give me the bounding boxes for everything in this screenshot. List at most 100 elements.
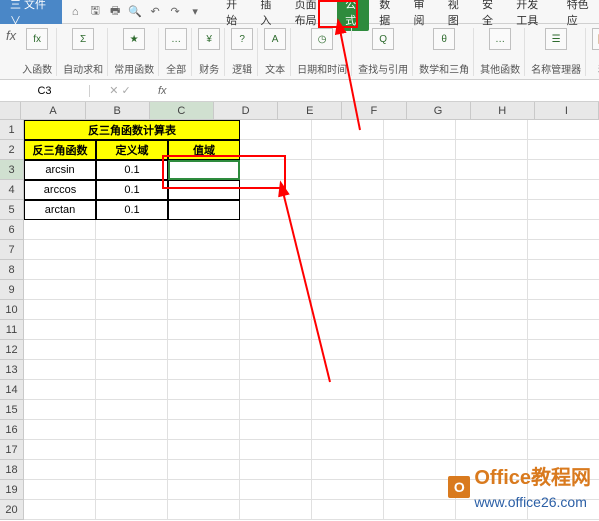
cell[interactable] <box>96 320 168 340</box>
cell[interactable] <box>96 340 168 360</box>
cell[interactable] <box>96 420 168 440</box>
tab-insert[interactable]: 插入 <box>252 0 284 31</box>
cell[interactable] <box>312 200 384 220</box>
save-icon[interactable]: 🖫 <box>88 5 102 19</box>
tab-data[interactable]: 数据 <box>371 0 403 31</box>
cell[interactable] <box>312 380 384 400</box>
cell[interactable] <box>528 340 599 360</box>
cell[interactable] <box>456 420 528 440</box>
table-cell[interactable]: arcsin <box>24 160 96 180</box>
cell[interactable] <box>24 260 96 280</box>
cell[interactable] <box>528 360 599 380</box>
dropdown-icon[interactable]: ▾ <box>188 5 202 19</box>
cell[interactable] <box>24 300 96 320</box>
cell[interactable] <box>240 120 312 140</box>
preview-icon[interactable]: 🔍 <box>128 5 142 19</box>
table-header[interactable]: 值域 <box>168 140 240 160</box>
cell[interactable] <box>96 380 168 400</box>
row-header[interactable]: 18 <box>0 460 24 480</box>
cell[interactable] <box>240 500 312 520</box>
col-header-H[interactable]: H <box>471 102 535 119</box>
name-box[interactable]: C3 <box>0 85 90 97</box>
cell[interactable] <box>240 420 312 440</box>
tab-view[interactable]: 视图 <box>440 0 472 31</box>
tab-dev[interactable]: 开发工具 <box>508 0 556 31</box>
print-icon[interactable]: 🖶 <box>108 5 122 19</box>
home-icon[interactable]: ⌂ <box>68 5 82 19</box>
row-header[interactable]: 1 <box>0 120 24 140</box>
cell[interactable] <box>456 220 528 240</box>
cell[interactable] <box>384 380 456 400</box>
row-header[interactable]: 14 <box>0 380 24 400</box>
table-title[interactable]: 反三角函数计算表 <box>24 120 240 140</box>
cell[interactable] <box>24 500 96 520</box>
cell[interactable] <box>312 400 384 420</box>
cell[interactable] <box>456 180 528 200</box>
col-header-F[interactable]: F <box>342 102 406 119</box>
cell[interactable] <box>312 140 384 160</box>
col-header-A[interactable]: A <box>21 102 85 119</box>
cell[interactable] <box>456 200 528 220</box>
table-cell[interactable] <box>168 180 240 200</box>
cell[interactable] <box>168 300 240 320</box>
row-header[interactable]: 20 <box>0 500 24 520</box>
cell[interactable] <box>168 480 240 500</box>
cell[interactable] <box>384 340 456 360</box>
cell[interactable] <box>240 320 312 340</box>
tab-features[interactable]: 特色应 <box>559 0 599 31</box>
row-header[interactable]: 12 <box>0 340 24 360</box>
cell[interactable] <box>24 240 96 260</box>
table-cell[interactable]: arctan <box>24 200 96 220</box>
cell[interactable] <box>96 440 168 460</box>
cell[interactable] <box>168 220 240 240</box>
cell[interactable] <box>384 280 456 300</box>
cell[interactable] <box>240 240 312 260</box>
cell[interactable] <box>456 300 528 320</box>
cell[interactable] <box>384 400 456 420</box>
cell[interactable] <box>528 300 599 320</box>
cell[interactable] <box>24 220 96 240</box>
cell[interactable] <box>240 460 312 480</box>
ribbon-insert-function[interactable]: fx入函数 <box>18 28 57 76</box>
cell[interactable] <box>456 400 528 420</box>
cell[interactable] <box>456 280 528 300</box>
cell[interactable] <box>384 480 456 500</box>
cell[interactable] <box>168 460 240 480</box>
cell[interactable] <box>384 260 456 280</box>
ribbon-financial[interactable]: ¥财务 <box>194 28 225 76</box>
ribbon-lookup[interactable]: Q查找与引用 <box>354 28 413 76</box>
ribbon-common[interactable]: ★常用函数 <box>110 28 159 76</box>
row-header[interactable]: 8 <box>0 260 24 280</box>
cell[interactable] <box>168 280 240 300</box>
row-header[interactable]: 17 <box>0 440 24 460</box>
cell[interactable] <box>456 440 528 460</box>
row-header[interactable]: 19 <box>0 480 24 500</box>
cell[interactable] <box>168 360 240 380</box>
tab-home[interactable]: 开始 <box>218 0 250 31</box>
row-header[interactable]: 16 <box>0 420 24 440</box>
cell[interactable] <box>456 320 528 340</box>
row-header[interactable]: 5 <box>0 200 24 220</box>
cell[interactable] <box>96 360 168 380</box>
cell[interactable] <box>384 420 456 440</box>
table-cell[interactable] <box>168 200 240 220</box>
cell[interactable] <box>312 120 384 140</box>
cell[interactable] <box>528 180 599 200</box>
row-header[interactable]: 6 <box>0 220 24 240</box>
table-cell[interactable]: 0.1 <box>96 160 168 180</box>
cell[interactable] <box>456 240 528 260</box>
table-cell[interactable]: 0.1 <box>96 180 168 200</box>
cell[interactable] <box>24 400 96 420</box>
cell[interactable] <box>240 440 312 460</box>
cell[interactable] <box>24 360 96 380</box>
cell[interactable] <box>96 280 168 300</box>
cell[interactable] <box>96 460 168 480</box>
cell[interactable] <box>528 200 599 220</box>
ribbon-logical[interactable]: ?逻辑 <box>227 28 258 76</box>
col-header-E[interactable]: E <box>278 102 342 119</box>
cell[interactable] <box>168 500 240 520</box>
cell[interactable] <box>168 240 240 260</box>
cell[interactable] <box>240 280 312 300</box>
cell[interactable] <box>456 140 528 160</box>
cell[interactable] <box>96 220 168 240</box>
